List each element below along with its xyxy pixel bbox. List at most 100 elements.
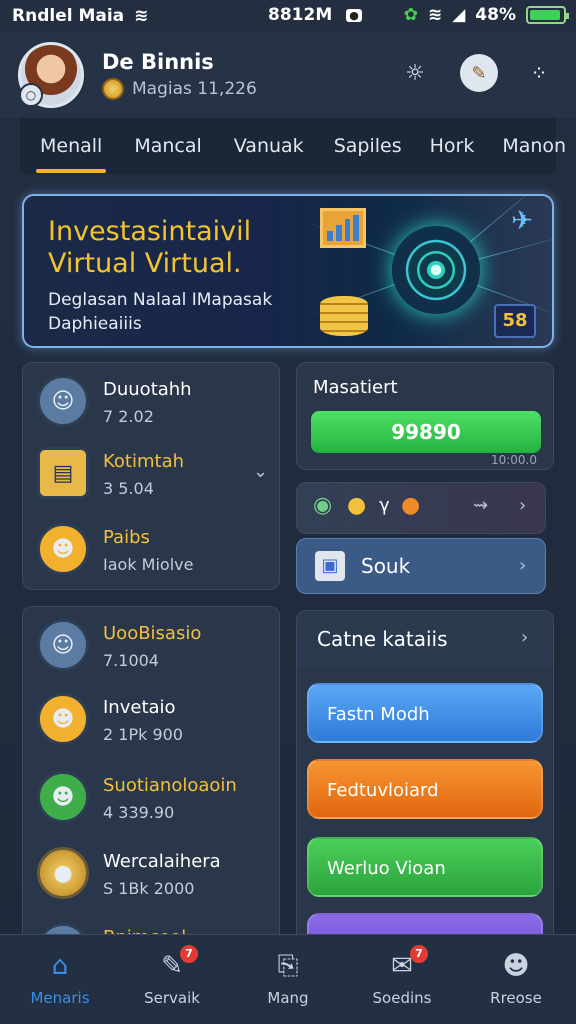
status-bar: Rndlel Maia ≋ 8812M ● ✿ ≋ ◢ 48%: [0, 0, 576, 32]
promo-banner[interactable]: Investasintaivil Virtual Virtual. Deglas…: [22, 194, 554, 348]
list-item-title: Invetaio: [103, 697, 176, 718]
coin-balance: Magias 11,226: [102, 78, 257, 100]
promo-subtitle: Deglasan Nalaal IMapasak Daphieaiiis: [48, 290, 273, 334]
nav-label: Soedins: [372, 989, 432, 1007]
coins-stack-icon: [320, 296, 368, 336]
category-panel: Catne kataiis › Fastn Modh Fedtuvloiard …: [296, 610, 554, 973]
list-item-title: Kotimtah: [103, 451, 185, 472]
clipboard-icon: ⎘: [277, 951, 299, 981]
tab-menall[interactable]: Menall: [35, 118, 107, 174]
chevron-right-icon: ›: [519, 555, 527, 576]
coin-emoji-icon: ●: [347, 493, 367, 518]
list-item-title: UooBisasio: [103, 623, 202, 644]
market-title: Masatiert: [313, 377, 398, 398]
list-item-value: S 1Bk 2000: [103, 879, 195, 898]
profile-header: ○ De Binnis Magias 11,226 ☼ ✎ ⁘: [0, 32, 576, 118]
more-menu-button[interactable]: ⁘: [520, 54, 558, 92]
tab-sapiles[interactable]: Sapiles: [334, 118, 402, 174]
nav-label: Rreose: [490, 989, 542, 1007]
chevron-right-icon: ›: [519, 495, 527, 516]
wifi-strong-icon: ≋: [427, 5, 443, 25]
bottom-nav: ⌂ Menaris ✎ 7 Servaik ⎘ Mang ✉ 7 Soedins…: [0, 934, 576, 1024]
rocket-icon: ✈: [511, 206, 533, 236]
edit-button[interactable]: ✎: [460, 54, 498, 92]
list-item-value: 2 1Pk 900: [103, 725, 183, 744]
souk-button[interactable]: ▣ Souk ›: [296, 538, 546, 594]
emoji-icon: ☻: [37, 523, 89, 575]
souk-label: Souk: [361, 554, 411, 578]
list-item-title: Duuotahh: [103, 379, 192, 400]
list-item-title: Paibs: [103, 527, 150, 548]
list-item-title: Wercalaihera: [103, 851, 221, 872]
list-item[interactable]: ▤ Kotimtah 3 5.04: [37, 447, 277, 507]
nav-item-soedins[interactable]: ✉ 7 Soedins: [352, 935, 452, 1024]
emoji-strip[interactable]: ◉ ● γ ● ⇝ ›: [296, 482, 546, 534]
notification-icon: ●: [346, 8, 362, 22]
list-item[interactable]: ● Wercalaihera S 1Bk 2000: [37, 847, 277, 907]
notification-badge: 7: [180, 945, 198, 963]
list-item[interactable]: ☻ Suotianoloaoin 4 339.90: [37, 771, 277, 831]
list-item[interactable]: ☻ Paibs Iaok Miolve: [37, 523, 277, 583]
action-button-feature[interactable]: Fedtuvloiard: [307, 759, 543, 819]
market-footer: 10:00.0: [490, 453, 537, 467]
list-item[interactable]: ☻ Invetaio 2 1Pk 900: [37, 693, 277, 753]
profile-icon: ☻: [502, 951, 530, 981]
swap-icon: ⇝: [473, 495, 489, 516]
promo-title: Investasintaivil Virtual Virtual.: [48, 216, 252, 279]
person-icon: ☺: [37, 375, 89, 427]
tab-hork[interactable]: Hork: [430, 118, 475, 174]
person-icon: ☺: [37, 619, 89, 671]
tab-manon[interactable]: Manon: [502, 118, 566, 174]
battery-icon: [526, 6, 569, 24]
nav-label: Menaris: [30, 989, 90, 1007]
promo-badge: 58: [494, 304, 536, 338]
list-item-value: 7.1004: [103, 651, 159, 670]
action-button-fast-mode[interactable]: Fastn Modh: [307, 683, 543, 743]
nav-item-rreose[interactable]: ☻ Rreose: [466, 935, 566, 1024]
user-name: De Binnis: [102, 50, 214, 74]
tab-vanuak[interactable]: Vanuak: [234, 118, 304, 174]
chevron-down-icon[interactable]: ⌄: [253, 461, 268, 482]
list-item-value: 7 2.02: [103, 407, 154, 426]
character-icon: ☻: [37, 693, 89, 745]
tab-bar: Menall Mancal Vanuak Sapiles Hork Manon: [20, 118, 566, 174]
list-panel-bottom: ☺ UooBisasio 7.1004 ☻ Invetaio 2 1Pk 900…: [22, 606, 280, 975]
action-button-view[interactable]: Werluo Vioan: [307, 837, 543, 897]
battery-percent: 48%: [475, 5, 516, 25]
tab-mancal[interactable]: Mancal: [134, 118, 201, 174]
coin-balance-label: Magias 11,226: [132, 79, 257, 99]
chart-icon: [320, 208, 366, 248]
settings-status-icon: ✿: [403, 5, 418, 25]
list-item-title: Suotianoloaoin: [103, 775, 237, 796]
notification-badge: 7: [410, 945, 428, 963]
nav-item-mang[interactable]: ⎘ Mang: [238, 935, 338, 1024]
app-root: Rndlel Maia ≋ 8812M ● ✿ ≋ ◢ 48% ○ De Bin…: [0, 0, 576, 1024]
home-icon: ⌂: [51, 951, 69, 981]
nav-item-servaik[interactable]: ✎ 7 Servaik: [122, 935, 222, 1024]
bomb-icon: ●: [401, 493, 421, 518]
nav-label: Servaik: [144, 989, 200, 1007]
wifi-icon: ≋: [134, 6, 149, 26]
nav-item-menaris[interactable]: ⌂ Menaris: [10, 935, 110, 1024]
list-item[interactable]: ☺ UooBisasio 7.1004: [37, 619, 277, 679]
market-value: 99890: [311, 411, 541, 453]
avatar[interactable]: ○: [18, 42, 84, 108]
arrow-icon: γ: [379, 495, 390, 516]
list-item-value: Iaok Miolve: [103, 555, 194, 574]
coin-icon: [102, 78, 124, 100]
document-icon: ▤: [37, 447, 89, 499]
signal-icon: ◢: [452, 5, 466, 25]
store-icon: ▣: [315, 551, 345, 581]
character-icon: ☻: [37, 771, 89, 823]
market-card[interactable]: Masatiert 99890 10:00.0: [296, 362, 554, 470]
list-item-value: 3 5.04: [103, 479, 154, 498]
list-panel-top: ☺ Duuotahh 7 2.02 ▤ Kotimtah 3 5.04 ⌄ ☻ …: [22, 362, 280, 590]
category-title: Catne kataiis: [317, 627, 448, 651]
list-item[interactable]: ☺ Duuotahh 7 2.02: [37, 375, 277, 435]
clock: 8812M: [268, 5, 333, 25]
lock-icon: ○: [19, 83, 43, 107]
radar-graphic: [392, 226, 480, 314]
category-header[interactable]: Catne kataiis ›: [297, 611, 553, 667]
brightness-button[interactable]: ☼: [396, 54, 434, 92]
globe-icon: ◉: [313, 493, 333, 518]
